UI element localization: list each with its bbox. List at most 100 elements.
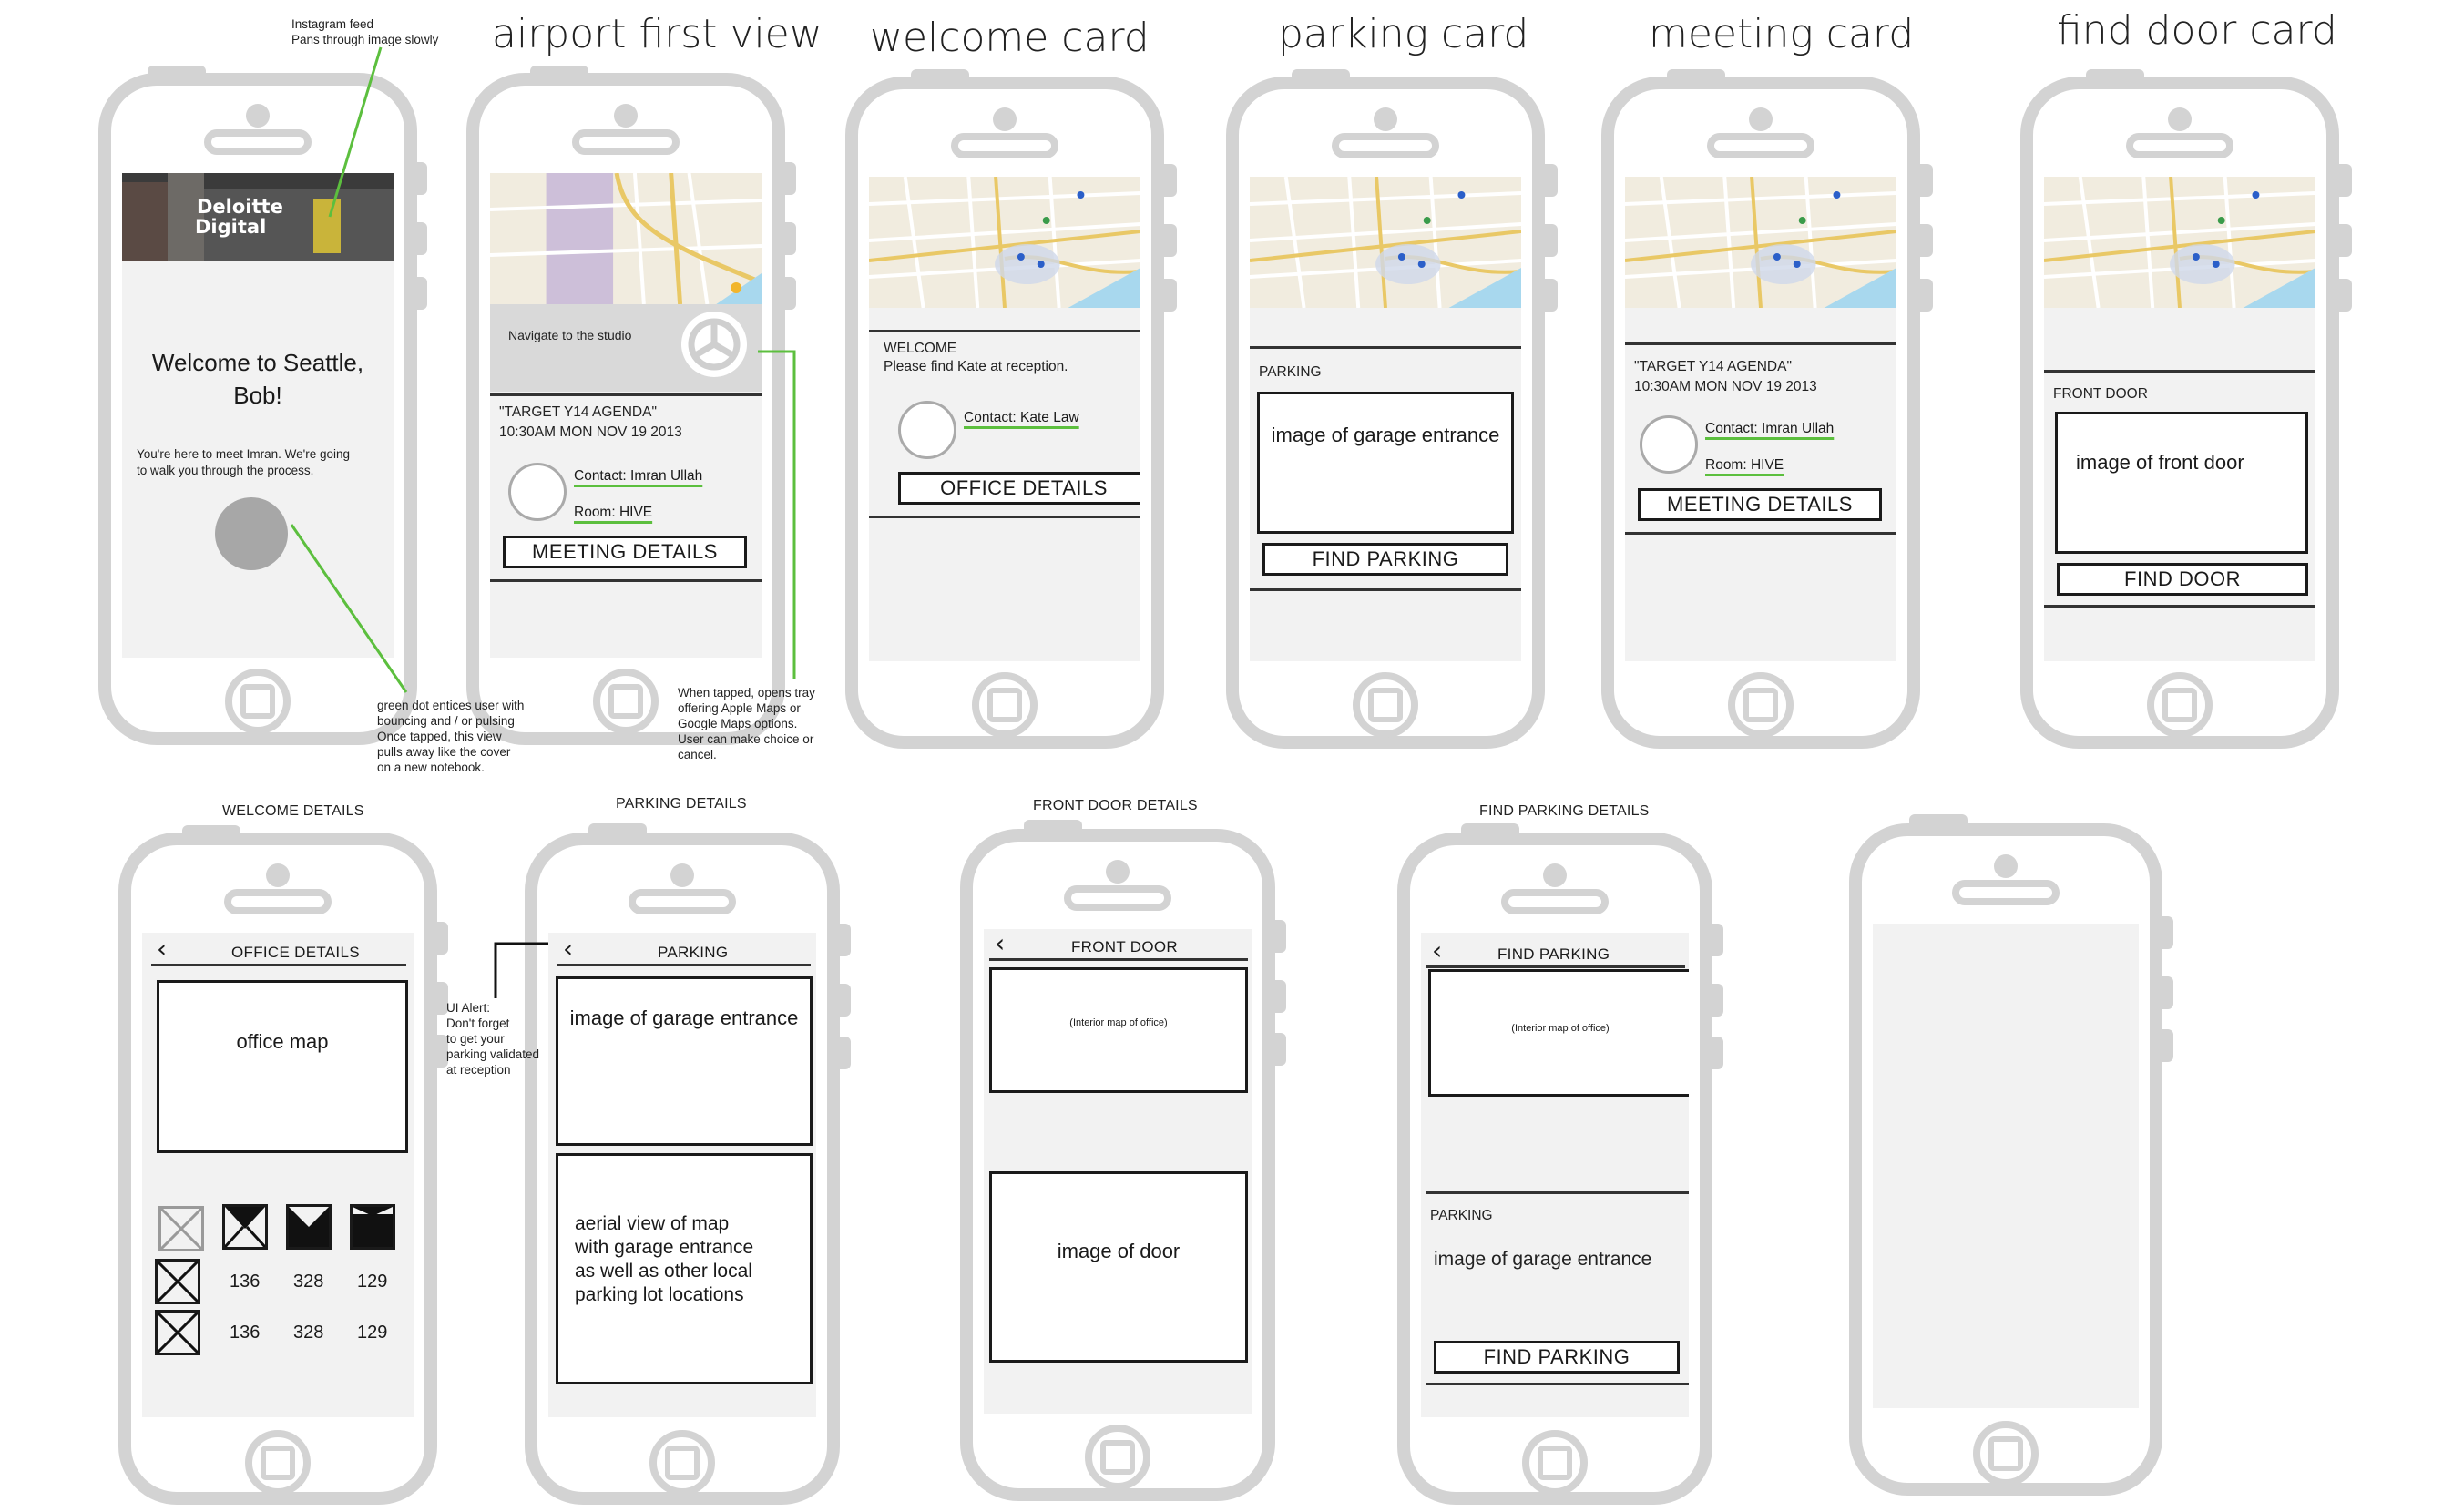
garage-entrance-image: image of garage entrance: [1257, 392, 1514, 534]
contact-link[interactable]: Contact: Kate Law: [964, 410, 1079, 426]
find-parking-details-header: FIND PARKING: [1497, 945, 1610, 963]
title-welcome-card: welcome card: [870, 15, 1150, 61]
meeting-details-button[interactable]: MEETING DETAILS: [1638, 488, 1882, 521]
front-door-image: image of front door: [2055, 412, 2308, 554]
title-front-door-details: FRONT DOOR DETAILS: [1033, 798, 1198, 813]
placeholder-icon: [155, 1310, 200, 1355]
screen-intro: Deloitte Digital Welcome to Seattle, Bob…: [122, 173, 394, 658]
phone-welcome-card: WELCOME Please find Kate at reception. C…: [845, 77, 1164, 749]
contact-link[interactable]: Contact: Imran Ullah: [1705, 421, 1834, 437]
phone-intro: Deloitte Digital Welcome to Seattle, Bob…: [98, 73, 417, 745]
screen-parking-card: PARKING image of garage entrance FIND PA…: [1250, 177, 1521, 661]
contact-avatar: [508, 463, 567, 521]
placeholder-icon: [155, 1259, 200, 1304]
front-door-label: FRONT DOOR: [2053, 386, 2148, 402]
phone-airport: Navigate to the studio "TARGET Y14 AGEND…: [466, 73, 785, 745]
welcome-body: You're here to meet Imran. We're going t…: [137, 447, 351, 477]
room-link[interactable]: Room: HIVE: [1705, 457, 1784, 474]
back-chevron-icon[interactable]: ‹: [157, 936, 167, 962]
mail-icon: [350, 1204, 395, 1250]
mail-icon: [222, 1204, 268, 1250]
navigate-label: Navigate to the studio: [508, 328, 632, 342]
phone-meeting-card: "TARGET Y14 AGENDA" 10:30AM MON NOV 19 2…: [1601, 77, 1920, 749]
stat-value: 129: [357, 1323, 388, 1343]
stat-value: 328: [293, 1272, 324, 1292]
find-parking-button[interactable]: FIND PARKING: [1262, 543, 1508, 576]
note-ui-alert: UI Alert: Don't forget to get your parki…: [446, 1001, 540, 1077]
phone-find-door-card: FRONT DOOR image of front door FIND DOOR: [2020, 77, 2339, 749]
phone-find-parking-details: ‹ FIND PARKING (Interior map of office) …: [1397, 833, 1712, 1505]
phone-office-details: ‹ OFFICE DETAILS office map 136 328 129 …: [118, 833, 437, 1505]
find-parking-button[interactable]: FIND PARKING: [1434, 1341, 1680, 1374]
meeting-details-button[interactable]: MEETING DETAILS: [503, 536, 747, 568]
screen-welcome-card: WELCOME Please find Kate at reception. C…: [869, 177, 1140, 661]
phone-front-door-details: ‹ FRONT DOOR (Interior map of office) im…: [960, 829, 1275, 1501]
office-details-button[interactable]: OFFICE DETAILS: [898, 472, 1140, 505]
garage-entrance-image: image of garage entrance: [1434, 1249, 1652, 1270]
screen-find-parking-details: ‹ FIND PARKING (Interior map of office) …: [1421, 933, 1689, 1417]
agenda-time: 10:30AM MON NOV 19 2013: [1634, 379, 1817, 394]
note-tray: When tapped, opens tray offering Apple M…: [678, 686, 815, 761]
navigation-icon[interactable]: [681, 312, 747, 377]
office-details-header: OFFICE DETAILS: [231, 944, 360, 961]
note-green-dot: green dot entices user with bouncing and…: [377, 699, 525, 774]
garage-entrance-image: image of garage entrance: [556, 976, 813, 1146]
agenda-time: 10:30AM MON NOV 19 2013: [499, 424, 682, 440]
map-airport: [490, 173, 762, 304]
agenda-title: "TARGET Y14 AGENDA": [1634, 359, 1792, 374]
back-chevron-icon[interactable]: ‹: [995, 931, 1005, 956]
screen-office-details: ‹ OFFICE DETAILS office map 136 328 129 …: [142, 933, 414, 1417]
map-meeting: [1625, 177, 1896, 308]
room-link[interactable]: Room: HIVE: [574, 505, 652, 521]
logo-line-1: Deloitte: [197, 196, 283, 218]
find-door-button[interactable]: FIND DOOR: [2057, 563, 2308, 596]
title-airport-first-view: airport first view: [492, 11, 823, 57]
stat-value: 136: [230, 1272, 261, 1292]
parking-label: PARKING: [1259, 364, 1322, 380]
contact-link[interactable]: Contact: Imran Ullah: [574, 468, 702, 485]
stat-value: 136: [230, 1323, 261, 1343]
phone-blank: [1849, 823, 2162, 1496]
agenda-title: "TARGET Y14 AGENDA": [499, 404, 657, 420]
title-find-door-card: find door card: [2057, 7, 2337, 54]
instagram-image: Deloitte Digital: [122, 173, 394, 261]
map-welcome: [869, 177, 1140, 308]
title-welcome-details: WELCOME DETAILS: [222, 803, 364, 819]
title-parking-card: parking card: [1278, 11, 1529, 57]
door-image: image of door: [989, 1171, 1248, 1363]
phone-parking-details: ‹ PARKING image of garage entrance aeria…: [525, 833, 840, 1505]
note-instagram: Instagram feed Pans through image slowly: [291, 17, 439, 46]
map-find-door: [2044, 177, 2315, 308]
parking-details-header: PARKING: [658, 944, 729, 961]
interior-map: (Interior map of office): [1428, 969, 1689, 1097]
screen-parking-details: ‹ PARKING image of garage entrance aeria…: [548, 933, 816, 1417]
screen-meeting-card: "TARGET Y14 AGENDA" 10:30AM MON NOV 19 2…: [1625, 177, 1896, 661]
green-dot[interactable]: [215, 497, 288, 570]
interior-map: (Interior map of office): [989, 967, 1248, 1093]
stat-value: 129: [357, 1272, 388, 1292]
logo-line-2: Digital: [195, 216, 267, 238]
welcome-label: WELCOME: [884, 341, 957, 356]
map-parking: [1250, 177, 1521, 308]
back-chevron-icon[interactable]: ‹: [1432, 938, 1442, 964]
placeholder-icon: [158, 1206, 204, 1251]
front-door-details-header: FRONT DOOR: [1071, 938, 1178, 955]
back-chevron-icon[interactable]: ‹: [563, 936, 573, 962]
welcome-text: Please find Kate at reception.: [884, 359, 1068, 374]
title-parking-details: PARKING DETAILS: [616, 796, 747, 812]
office-map: office map: [157, 980, 408, 1153]
parking-label: PARKING: [1430, 1208, 1493, 1223]
title-meeting-card: meeting card: [1649, 11, 1915, 57]
screen-front-door-details: ‹ FRONT DOOR (Interior map of office) im…: [984, 929, 1252, 1414]
phone-parking-card: PARKING image of garage entrance FIND PA…: [1226, 77, 1545, 749]
title-find-parking-details: FIND PARKING DETAILS: [1479, 803, 1650, 819]
stat-value: 328: [293, 1323, 324, 1343]
screen-airport: Navigate to the studio "TARGET Y14 AGEND…: [490, 173, 762, 658]
navigate-bar[interactable]: Navigate to the studio: [490, 304, 762, 392]
screen-find-door-card: FRONT DOOR image of front door FIND DOOR: [2044, 177, 2315, 661]
aerial-map-image: aerial view of map with garage entrance …: [556, 1153, 813, 1384]
welcome-heading: Welcome to Seattle, Bob!: [151, 349, 364, 409]
contact-avatar: [1640, 415, 1698, 474]
mail-icon: [286, 1204, 332, 1250]
screen-blank: [1873, 924, 2139, 1408]
